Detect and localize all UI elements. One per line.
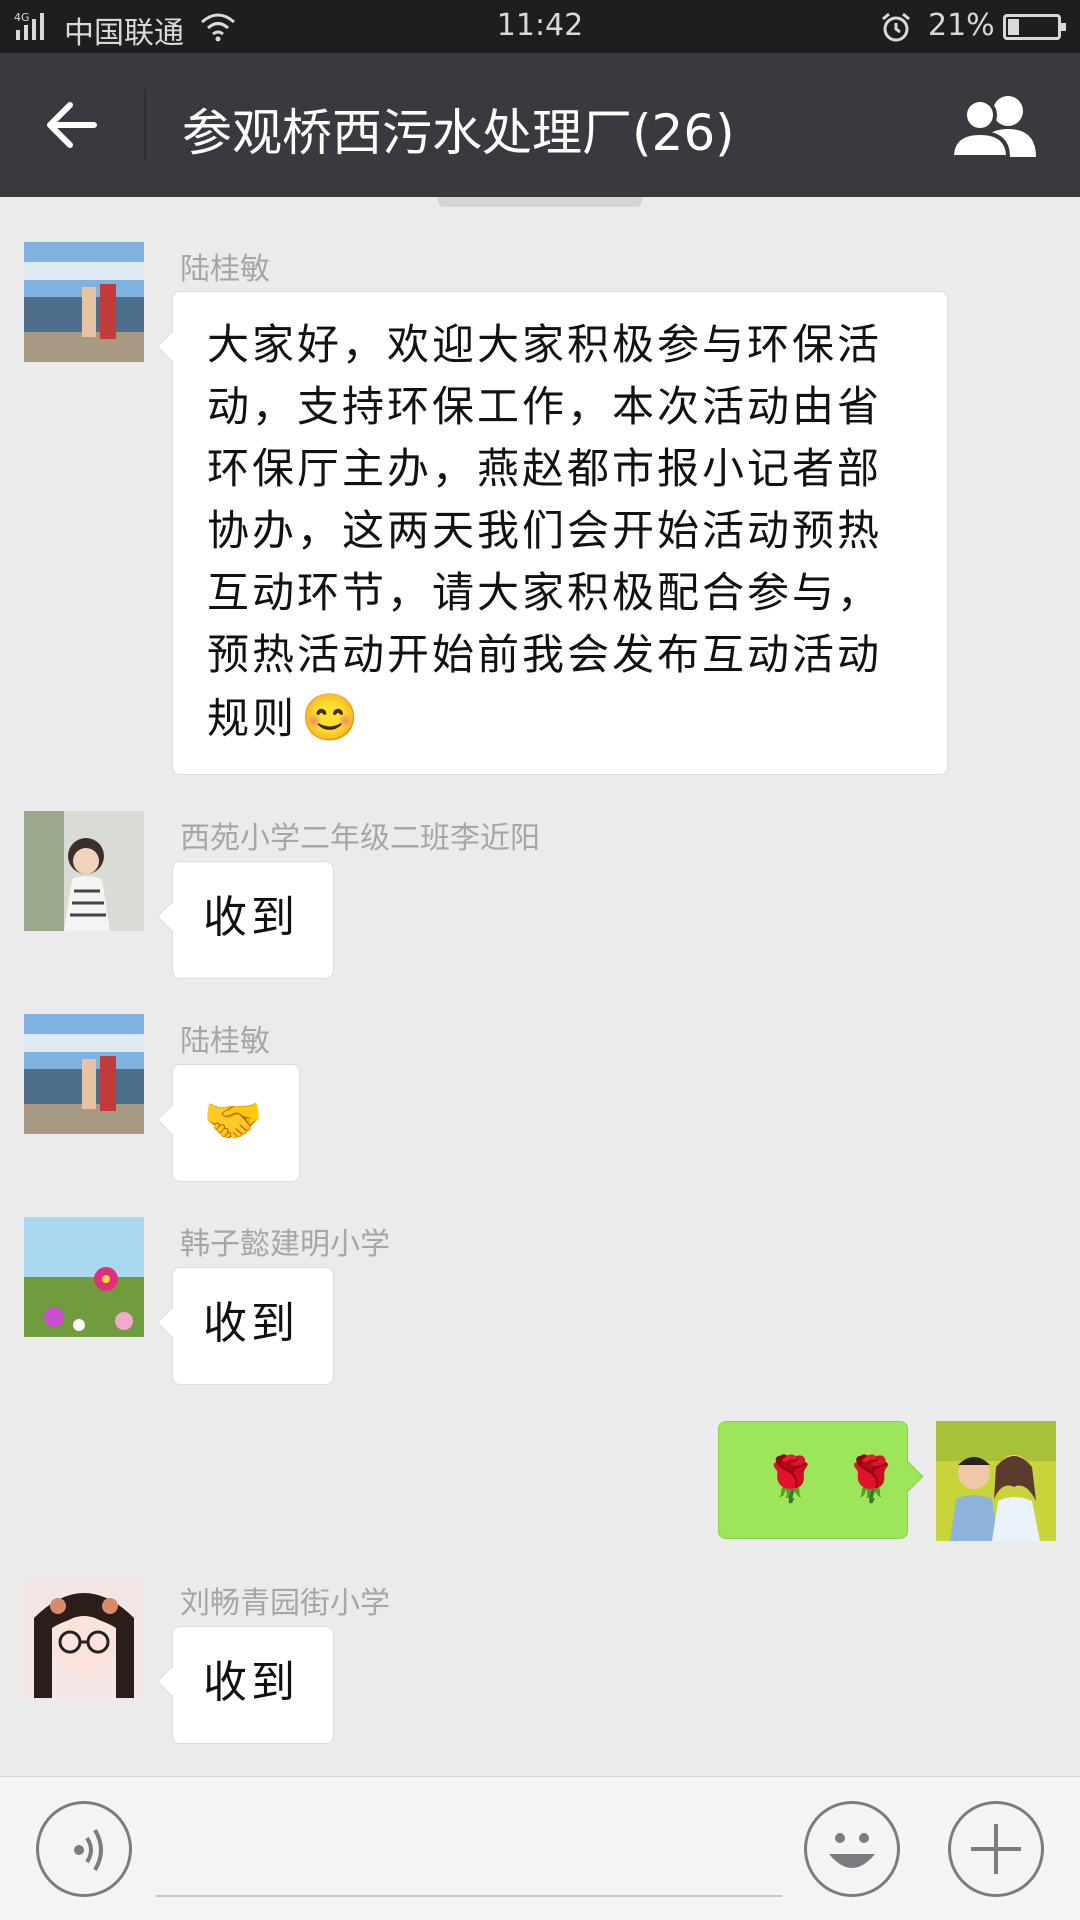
header-divider bbox=[144, 89, 146, 161]
message-bubble[interactable]: 收到 bbox=[172, 861, 334, 979]
message-text: 收到 bbox=[203, 1298, 299, 1349]
plus-icon bbox=[971, 1824, 1021, 1874]
more-options-button[interactable] bbox=[948, 1801, 1044, 1897]
chat-header: 参观桥西污水处理厂(26) bbox=[0, 53, 1080, 197]
avatar[interactable] bbox=[24, 811, 144, 931]
avatar[interactable] bbox=[24, 1217, 144, 1337]
avatar[interactable] bbox=[24, 1578, 144, 1698]
avatar[interactable] bbox=[24, 1014, 144, 1134]
emoji-icon bbox=[829, 1833, 875, 1868]
status-bar: 4G 中国联通 11:42 21% bbox=[0, 0, 1080, 53]
emoji-button[interactable] bbox=[804, 1801, 900, 1897]
message-input-field[interactable] bbox=[156, 1895, 782, 1897]
pull-down-handle bbox=[438, 197, 642, 207]
my-avatar[interactable] bbox=[936, 1421, 1056, 1541]
message-bubble[interactable]: 收到 bbox=[172, 1267, 334, 1385]
sender-name: 韩子懿建明小学 bbox=[180, 1227, 390, 1262]
input-bar bbox=[0, 1776, 1080, 1920]
sender-name: 陆桂敏 bbox=[180, 1024, 270, 1059]
clock: 11:42 bbox=[496, 8, 584, 43]
sender-name: 刘畅青园街小学 bbox=[180, 1586, 390, 1621]
message-text: 收到 bbox=[203, 892, 299, 943]
smiley-emoji: 😊 bbox=[301, 690, 362, 744]
group-chat-title: 参观桥西污水处理厂(26) bbox=[182, 104, 735, 162]
message-bubble[interactable]: 收到 bbox=[172, 1626, 334, 1744]
voice-input-button[interactable] bbox=[36, 1801, 132, 1897]
sender-name: 西苑小学二年级二班李近阳 bbox=[180, 821, 540, 856]
back-arrow-icon[interactable] bbox=[42, 95, 102, 155]
outgoing-message-bubble[interactable]: 🌹 🌹 bbox=[718, 1421, 908, 1539]
battery-icon bbox=[1003, 14, 1066, 40]
alarm-icon bbox=[882, 12, 910, 42]
avatar[interactable] bbox=[24, 242, 144, 362]
message-bubble[interactable]: 大家好，欢迎大家积极参与环保活 动，支持环保工作，本次活动由省 环保厅主办，燕赵… bbox=[172, 291, 948, 775]
sender-name: 陆桂敏 bbox=[180, 252, 270, 287]
voice-input-icon bbox=[74, 1828, 103, 1872]
message-text: 大家好，欢迎大家积极参与环保活 动，支持环保工作，本次活动由省 环保厅主办，燕赵… bbox=[207, 320, 883, 744]
group-members-icon[interactable] bbox=[950, 93, 1040, 159]
handshake-emoji: 🤝 bbox=[203, 1093, 263, 1149]
message-text: 收到 bbox=[203, 1657, 299, 1708]
rose-emoji: 🌹 🌹 bbox=[763, 1454, 905, 1505]
battery-percentage: 21% bbox=[928, 8, 995, 43]
message-bubble[interactable]: 🤝 bbox=[172, 1064, 300, 1182]
chat-screen: 4G 中国联通 11:42 21% 参观桥西污水处理厂(26) 陆桂敏 大家好，… bbox=[0, 0, 1080, 1920]
